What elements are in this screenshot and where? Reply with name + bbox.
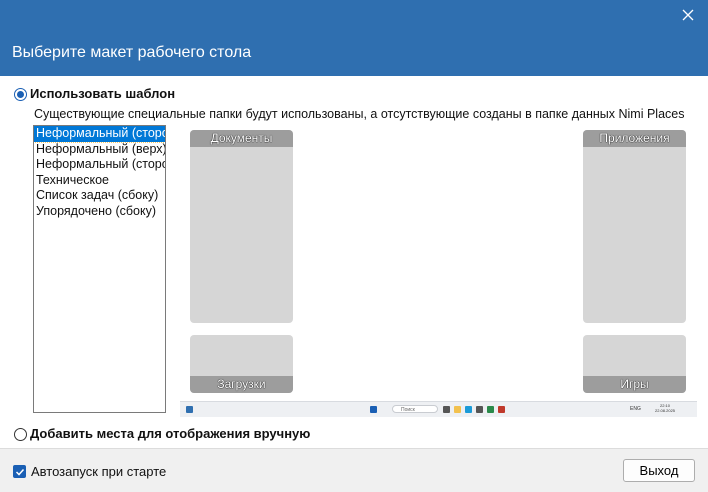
close-button[interactable] — [668, 0, 708, 30]
apps-label: Приложения — [583, 130, 686, 147]
layout-item[interactable]: Неформальный (сторо — [34, 126, 165, 143]
dialog-header: Выберите макет рабочего стола — [0, 30, 708, 76]
dialog-title: Выберите макет рабочего стола — [12, 44, 252, 61]
layout-item[interactable]: Неформальный (сторо — [34, 157, 165, 173]
layout-preview: Документы Приложения Загрузки Игры — [180, 128, 697, 415]
checkmark-icon — [15, 468, 24, 476]
taskbar-date: 22.08.2025 — [655, 408, 676, 413]
layout-listbox[interactable]: Неформальный (сторо Неформальный (верх) … — [33, 125, 166, 413]
use-template-label[interactable]: Использовать шаблон — [30, 86, 175, 101]
layout-item[interactable]: Неформальный (верх) — [34, 142, 165, 158]
app-icon — [487, 406, 494, 413]
taskbar-language: ENG — [630, 406, 641, 412]
edge-icon — [465, 406, 472, 413]
downloads-label: Загрузки — [190, 376, 293, 393]
manual-places-label[interactable]: Добавить места для отображения вручную — [30, 426, 310, 441]
use-template-radio[interactable] — [14, 88, 27, 101]
task-view-icon — [443, 406, 450, 413]
autostart-checkbox[interactable] — [13, 465, 26, 478]
taskbar-preview: Поиск ENG 22:10 22.08.2025 — [180, 401, 697, 417]
manual-places-radio[interactable] — [14, 428, 27, 441]
dialog-content: Использовать шаблон Существующие специал… — [0, 76, 708, 448]
start-icon — [370, 406, 377, 413]
widgets-icon — [186, 406, 193, 413]
explorer-icon — [454, 406, 461, 413]
title-bar — [0, 0, 708, 30]
layout-item[interactable]: Упорядочено (сбоку) — [34, 204, 165, 220]
documents-folder-preview: Документы — [190, 130, 293, 323]
apps-folder-preview: Приложения — [583, 130, 686, 323]
games-label: Игры — [583, 376, 686, 393]
exit-button[interactable]: Выход — [623, 459, 695, 482]
games-folder-preview: Игры — [583, 335, 686, 393]
close-icon — [682, 9, 694, 21]
taskbar-clock: 22:10 22.08.2025 — [655, 403, 675, 413]
autostart-label[interactable]: Автозапуск при старте — [31, 464, 166, 479]
layout-item[interactable]: Техническое — [34, 173, 165, 189]
template-description: Существующие специальные папки будут исп… — [34, 107, 685, 121]
documents-label: Документы — [190, 130, 293, 147]
taskbar-search-box: Поиск — [392, 405, 438, 413]
store-icon — [476, 406, 483, 413]
app-icon — [498, 406, 505, 413]
downloads-folder-preview: Загрузки — [190, 335, 293, 393]
layout-item[interactable]: Список задач (сбоку) — [34, 188, 165, 204]
dialog-footer: Автозапуск при старте Выход — [0, 448, 708, 492]
